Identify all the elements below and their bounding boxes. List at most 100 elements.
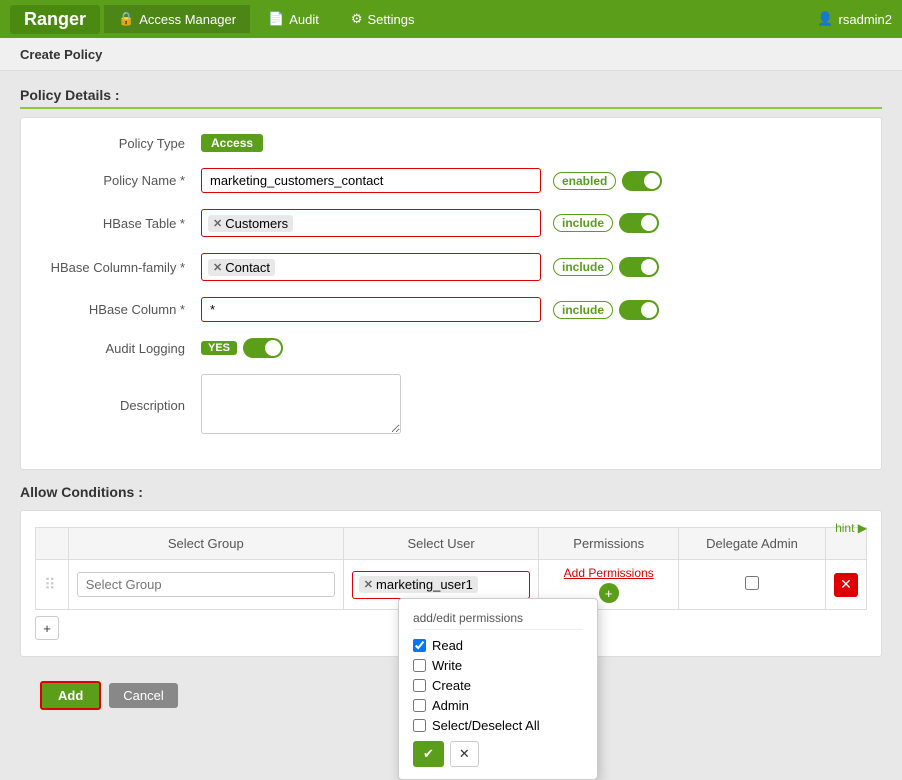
description-label: Description xyxy=(41,398,201,413)
nav-audit[interactable]: 📄 Audit xyxy=(254,5,333,33)
add-button[interactable]: Add xyxy=(40,681,101,710)
audit-logging-label: Audit Logging xyxy=(41,341,201,356)
policy-name-label: Policy Name * xyxy=(41,173,201,188)
policy-details-title: Policy Details : xyxy=(20,87,882,109)
audit-toggle-wrap: YES xyxy=(201,338,541,358)
hbase-column-family-label: HBase Column-family * xyxy=(41,260,201,275)
hbase-column-row: HBase Column * include xyxy=(41,297,861,322)
admin-checkbox-row: Admin xyxy=(413,698,583,713)
permissions-cell: Add Permissions + add/edit permissions R… xyxy=(539,560,679,610)
read-checkbox[interactable] xyxy=(413,639,426,652)
hbase-column-toggle[interactable] xyxy=(619,300,659,320)
allow-conditions-header: Allow Conditions : xyxy=(20,484,882,500)
hbase-column-family-tag-input[interactable]: ✕ Contact xyxy=(201,253,541,281)
conditions-table-body: ⠿ ✕ marketing_user1 xyxy=(36,560,867,610)
conditions-table: Select Group Select User Permissions Del… xyxy=(35,527,867,610)
add-row-button[interactable]: + xyxy=(35,616,59,640)
hbase-column-toggle-wrap: include xyxy=(553,300,659,320)
nav-access-manager[interactable]: 🔒 Access Manager xyxy=(104,5,250,33)
marketing-user-tag: ✕ marketing_user1 xyxy=(359,576,478,593)
drag-col-header xyxy=(36,528,69,560)
hbase-table-control: ✕ Customers xyxy=(201,209,541,237)
policy-details-form: Policy Type Access Policy Name * enabled xyxy=(20,117,882,470)
hint-link[interactable]: hint ▶ xyxy=(835,521,867,535)
audit-logging-row: Audit Logging YES xyxy=(41,338,861,358)
delegate-admin-checkbox[interactable] xyxy=(745,576,759,590)
policy-name-row: Policy Name * enabled xyxy=(41,168,861,193)
read-label: Read xyxy=(432,638,463,653)
policy-name-toggle-wrap: enabled xyxy=(553,171,662,191)
delete-cell: ✕ xyxy=(826,560,867,610)
audit-toggle[interactable] xyxy=(243,338,283,358)
audit-logging-control: YES xyxy=(201,338,541,358)
contact-tag: ✕ Contact xyxy=(208,259,275,276)
popup-ok-button[interactable]: ✔ xyxy=(413,741,444,767)
hbase-column-family-row: HBase Column-family * ✕ Contact include xyxy=(41,253,861,281)
hbase-table-toggle-wrap: include xyxy=(553,213,659,233)
drag-handle-icon[interactable]: ⠿ xyxy=(44,577,60,594)
page-title: Create Policy xyxy=(20,47,102,62)
user-info: 👤 rsadmin2 xyxy=(817,11,892,27)
nav-settings[interactable]: ⚙ Settings xyxy=(337,5,429,33)
hbase-table-toggle-label: include xyxy=(553,214,613,232)
enabled-toggle[interactable] xyxy=(622,171,662,191)
description-textarea[interactable] xyxy=(201,374,401,434)
popup-title: add/edit permissions xyxy=(413,611,583,630)
hbase-column-family-toggle[interactable] xyxy=(619,257,659,277)
select-group-header: Select Group xyxy=(68,528,343,560)
allow-conditions-body: hint ▶ Select Group Select User Permissi… xyxy=(20,510,882,657)
hbase-table-tag-input[interactable]: ✕ Customers xyxy=(201,209,541,237)
customers-tag-remove[interactable]: ✕ xyxy=(213,217,222,230)
customers-tag: ✕ Customers xyxy=(208,215,293,232)
write-checkbox-row: Write xyxy=(413,658,583,673)
hbase-column-family-toggle-label: include xyxy=(553,258,613,276)
policy-name-input[interactable] xyxy=(201,168,541,193)
delete-row-button[interactable]: ✕ xyxy=(834,573,858,597)
conditions-table-head: Select Group Select User Permissions Del… xyxy=(36,528,867,560)
table-row: ⠿ ✕ marketing_user1 xyxy=(36,560,867,610)
create-checkbox[interactable] xyxy=(413,679,426,692)
user-tag-remove[interactable]: ✕ xyxy=(364,578,373,591)
policy-type-label: Policy Type xyxy=(41,136,201,151)
enabled-toggle-label: enabled xyxy=(553,172,616,190)
policy-type-value: Access xyxy=(201,134,541,152)
hbase-table-toggle[interactable] xyxy=(619,213,659,233)
hbase-column-family-toggle-wrap: include xyxy=(553,257,659,277)
add-permissions-btn[interactable]: + xyxy=(599,583,619,603)
gear-icon: ⚙ xyxy=(351,11,363,27)
select-deselect-all-checkbox[interactable] xyxy=(413,719,426,732)
create-checkbox-row: Create xyxy=(413,678,583,693)
admin-label: Admin xyxy=(432,698,469,713)
write-label: Write xyxy=(432,658,462,673)
popup-cancel-button[interactable]: ✕ xyxy=(450,741,479,767)
brand-logo: Ranger xyxy=(10,5,100,34)
topbar: Ranger 🔒 Access Manager 📄 Audit ⚙ Settin… xyxy=(0,0,902,38)
hbase-column-input[interactable] xyxy=(201,297,541,322)
hbase-column-family-control: ✕ Contact xyxy=(201,253,541,281)
policy-details-section: Policy Details : Policy Type Access Poli… xyxy=(20,87,882,470)
select-deselect-all-label: Select/Deselect All xyxy=(432,718,540,733)
permissions-popup: add/edit permissions Read Write xyxy=(398,598,598,780)
select-user-tag-input[interactable]: ✕ marketing_user1 xyxy=(352,571,531,599)
description-control xyxy=(201,374,541,437)
conditions-header-row: Select Group Select User Permissions Del… xyxy=(36,528,867,560)
permissions-header: Permissions xyxy=(539,528,679,560)
select-user-header: Select User xyxy=(343,528,539,560)
allow-conditions-section: Allow Conditions : hint ▶ Select Group S… xyxy=(20,484,882,657)
access-badge: Access xyxy=(201,134,263,152)
select-group-cell xyxy=(68,560,343,610)
hbase-column-label: HBase Column * xyxy=(41,302,201,317)
user-icon: 👤 xyxy=(817,11,833,27)
admin-checkbox[interactable] xyxy=(413,699,426,712)
select-group-input[interactable] xyxy=(77,572,335,597)
cancel-button[interactable]: Cancel xyxy=(109,683,177,708)
allow-conditions-title: Allow Conditions : xyxy=(20,484,143,500)
create-label: Create xyxy=(432,678,471,693)
yes-label: YES xyxy=(201,341,237,355)
write-checkbox[interactable] xyxy=(413,659,426,672)
contact-tag-remove[interactable]: ✕ xyxy=(213,261,222,274)
add-permissions-link[interactable]: Add Permissions xyxy=(547,566,670,580)
main-content: Policy Details : Policy Type Access Poli… xyxy=(0,71,902,736)
delegate-admin-cell xyxy=(678,560,825,610)
hbase-column-control xyxy=(201,297,541,322)
